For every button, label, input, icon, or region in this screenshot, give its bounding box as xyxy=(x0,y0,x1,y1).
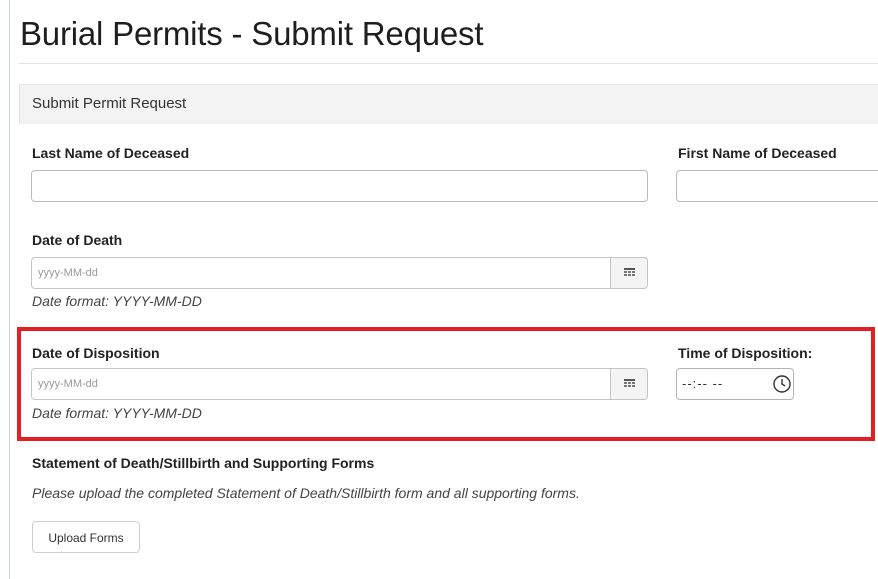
panel-header-label: Submit Permit Request xyxy=(32,95,187,112)
page-left-border xyxy=(9,0,10,579)
clock-icon[interactable] xyxy=(772,374,792,394)
upload-forms-button[interactable]: Upload Forms xyxy=(32,521,140,553)
forms-section-title: Statement of Death/Stillbirth and Suppor… xyxy=(32,455,375,471)
last-name-label: Last Name of Deceased xyxy=(32,145,190,161)
date-of-death-label: Date of Death xyxy=(32,232,123,248)
date-of-disposition-label: Date of Disposition xyxy=(32,345,160,361)
date-of-disposition-calendar-button[interactable] xyxy=(611,368,648,400)
date-of-disposition-input[interactable]: yyyy-MM-dd xyxy=(31,368,611,400)
time-placeholder: --:-- -- xyxy=(682,376,724,391)
forms-section-description: Please upload the completed Statement of… xyxy=(32,485,580,501)
first-name-input[interactable] xyxy=(676,170,878,202)
first-name-label: First Name of Deceased xyxy=(678,145,837,161)
calendar-icon xyxy=(624,268,635,276)
title-divider xyxy=(19,63,878,64)
date-of-death-hint: Date format: YYYY-MM-DD xyxy=(32,293,202,309)
date-of-disposition-hint: Date format: YYYY-MM-DD xyxy=(32,405,202,421)
date-of-death-calendar-button[interactable] xyxy=(611,257,648,289)
panel-header: Submit Permit Request xyxy=(19,84,878,124)
time-of-disposition-label: Time of Disposition: xyxy=(678,345,813,361)
time-of-disposition-input[interactable]: --:-- -- xyxy=(676,368,794,400)
page-title: Burial Permits - Submit Request xyxy=(20,15,484,52)
date-of-death-input[interactable]: yyyy-MM-dd xyxy=(31,257,611,289)
calendar-icon xyxy=(624,379,635,387)
last-name-input[interactable] xyxy=(31,170,648,202)
